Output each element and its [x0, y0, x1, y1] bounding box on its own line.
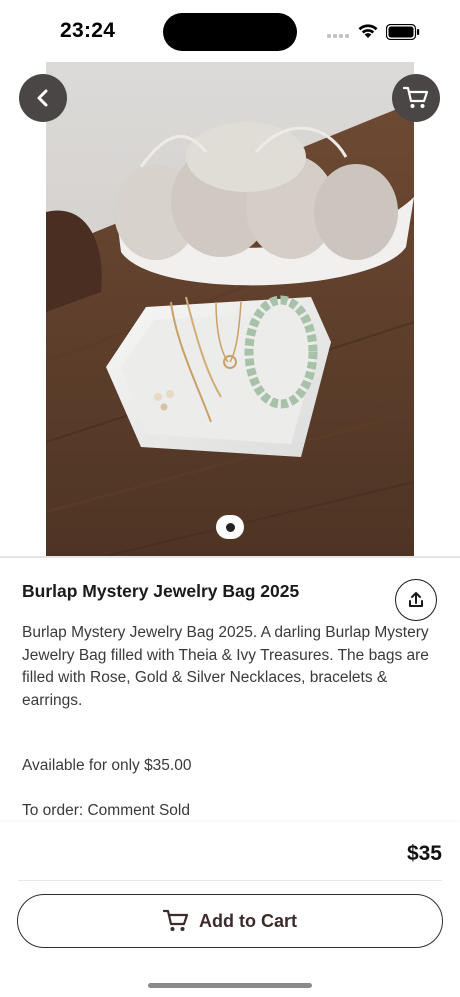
status-bar: 23:24	[0, 0, 460, 62]
add-to-cart-button[interactable]: Add to Cart	[17, 894, 443, 948]
share-button[interactable]	[395, 579, 437, 621]
status-time: 23:24	[60, 19, 116, 42]
product-title: Burlap Mystery Jewelry Bag 2025	[22, 581, 300, 601]
home-indicator[interactable]	[148, 983, 312, 988]
product-image-carousel[interactable]	[0, 62, 460, 556]
purchase-panel: $35 Add to Cart	[0, 822, 460, 997]
product-description: Burlap Mystery Jewelry Bag 2025. A darli…	[22, 624, 429, 709]
share-icon	[409, 592, 423, 607]
wifi-icon	[358, 24, 378, 38]
cart-button[interactable]	[392, 74, 440, 122]
divider	[0, 556, 460, 558]
signal-icon	[327, 34, 349, 38]
availability-text: Available for only $35.00	[22, 757, 192, 774]
back-button[interactable]	[19, 74, 67, 122]
cart-icon	[163, 909, 189, 931]
product-price: $35	[406, 842, 442, 865]
divider	[18, 880, 442, 881]
cart-icon	[403, 86, 429, 108]
order-info-text: To order: Comment Sold	[22, 802, 190, 819]
dynamic-island	[163, 13, 297, 51]
carousel-page-indicator[interactable]	[216, 515, 244, 539]
battery-icon	[386, 24, 420, 40]
product-photo	[46, 62, 414, 556]
active-page-dot	[225, 522, 235, 532]
chevron-left-icon	[37, 89, 48, 107]
add-to-cart-label: Add to Cart	[199, 910, 297, 931]
